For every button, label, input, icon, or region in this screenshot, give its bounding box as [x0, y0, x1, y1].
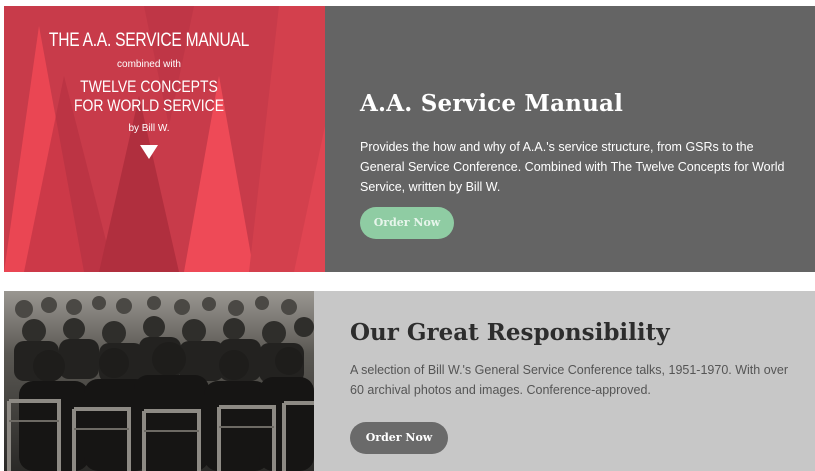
- photo-illustration: [4, 291, 314, 471]
- conference-audience-photo[interactable]: [4, 291, 314, 471]
- product-description: Provides the how and why of A.A.'s servi…: [360, 140, 785, 194]
- product-info: Our Great Responsibility A selection of …: [350, 319, 800, 400]
- product-title: A.A. Service Manual: [360, 90, 624, 117]
- cover-text: THE A.A. SERVICE MANUAL combined with TW…: [4, 30, 294, 159]
- cover-title: THE A.A. SERVICE MANUAL: [48, 30, 250, 51]
- order-now-button[interactable]: Order Now: [350, 422, 448, 454]
- product-title: Our Great Responsibility: [350, 319, 670, 346]
- product-card-service-manual: THE A.A. SERVICE MANUAL combined with TW…: [4, 6, 815, 272]
- cover-author: by Bill W.: [128, 123, 170, 134]
- product-info: A.A. Service Manual Provides the how and…: [360, 90, 790, 197]
- order-now-button[interactable]: Order Now: [360, 207, 454, 239]
- cover-subtitle-line1: TWELVE CONCEPTS: [80, 77, 218, 96]
- cover-combined-with: combined with: [117, 59, 181, 70]
- down-triangle-icon: [140, 145, 158, 159]
- book-cover-image[interactable]: THE A.A. SERVICE MANUAL combined with TW…: [4, 6, 325, 272]
- product-description: A selection of Bill W.'s General Service…: [350, 363, 789, 397]
- product-card-great-responsibility: Our Great Responsibility A selection of …: [4, 291, 815, 471]
- cover-subtitle-line2: FOR WORLD SERVICE: [73, 96, 225, 115]
